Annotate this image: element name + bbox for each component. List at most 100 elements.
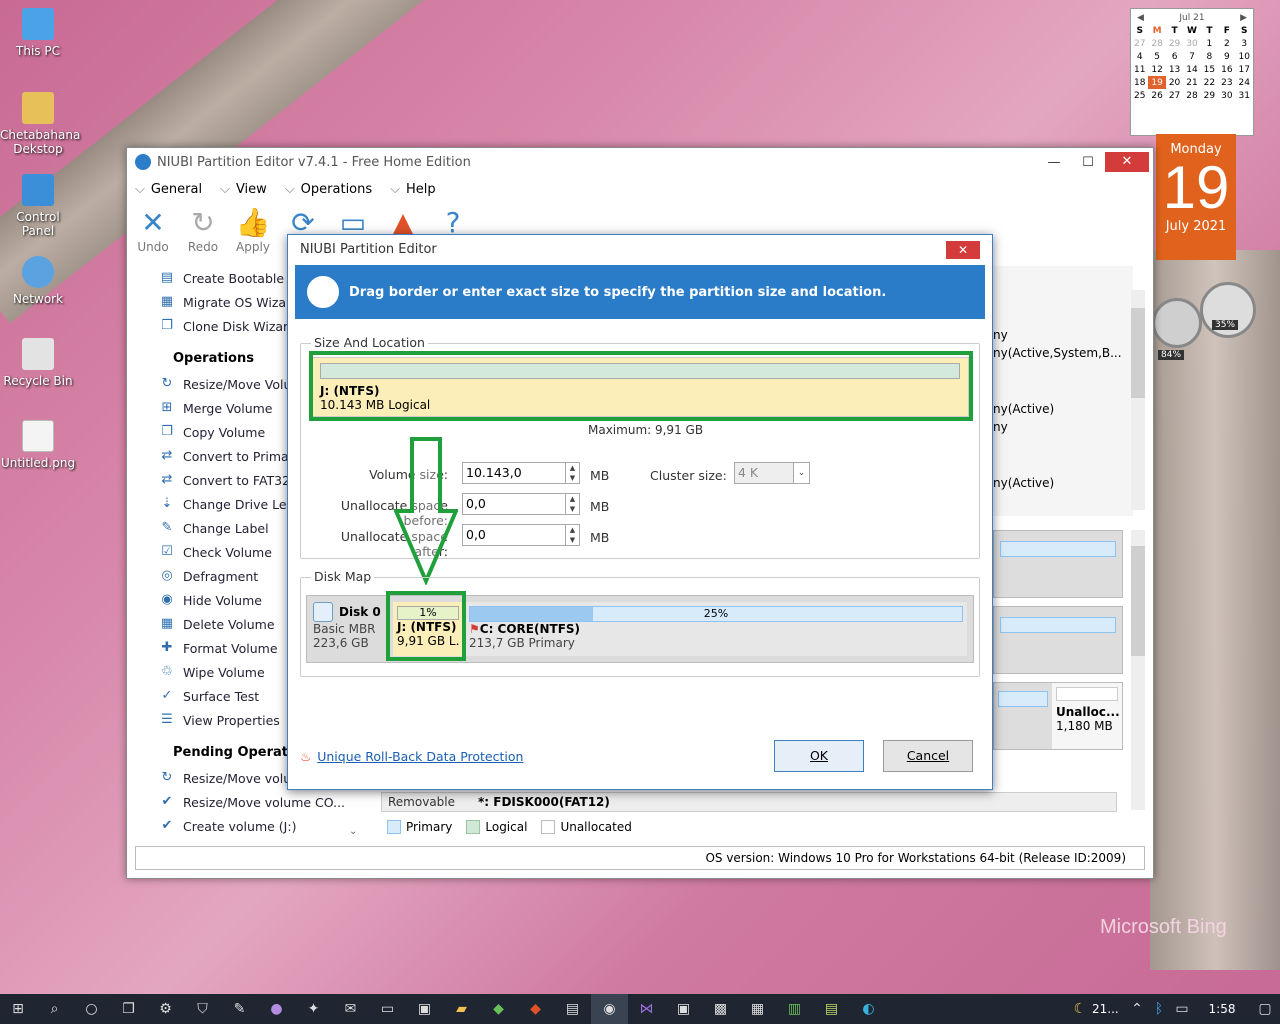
title-bar[interactable]: NIUBI Partition Editor v7.4.1 - Free Hom…	[127, 148, 1153, 176]
calendar-day[interactable]: 29	[1166, 37, 1183, 50]
maximize-icon[interactable]: ☐	[1071, 155, 1105, 170]
notepad-icon[interactable]: ▤	[813, 994, 850, 1024]
search-icon[interactable]: ⌕	[36, 994, 73, 1024]
windows-start-icon[interactable]: ⊞	[0, 994, 36, 1024]
image-file-icon[interactable]: Untitled.png	[0, 420, 76, 470]
before-spinner[interactable]: ▲ ▼	[566, 493, 580, 515]
calendar-day[interactable]: 1	[1201, 37, 1218, 50]
task-view-icon[interactable]: ❐	[110, 994, 147, 1024]
redo-button[interactable]: ↻ Redo	[185, 206, 221, 262]
undo-button[interactable]: ✕ Undo	[135, 206, 171, 262]
app-icon[interactable]: ▤	[554, 994, 591, 1024]
calendar-day[interactable]: 16	[1218, 63, 1235, 76]
calendar-day[interactable]: 17	[1236, 63, 1253, 76]
calendar-day[interactable]: 23	[1218, 76, 1235, 89]
calendar-day[interactable]: 26	[1148, 89, 1165, 102]
volume-size-spinner[interactable]: ▲ ▼	[566, 462, 580, 484]
calendar-day[interactable]: 15	[1201, 63, 1218, 76]
calendar-gadget[interactable]: ◀ Jul 21 ▶ SMTWTFS 27 28 29 30 1 2 3 4 5 6 7 8 9 10 11…	[1130, 8, 1254, 136]
after-spinner[interactable]: ▲ ▼	[566, 524, 580, 546]
folder-icon[interactable]: ▰	[443, 994, 480, 1024]
volume-size-input[interactable]: 10.143,0	[462, 462, 566, 484]
store-icon[interactable]: ▦	[739, 994, 776, 1024]
calendar-day[interactable]: 12	[1148, 63, 1165, 76]
cluster-size-select[interactable]: 4 K	[734, 462, 794, 484]
calendar-day[interactable]: 13	[1166, 63, 1183, 76]
calendar-day[interactable]: 5	[1148, 50, 1165, 63]
calendar-day[interactable]: 14	[1183, 63, 1200, 76]
calendar-day[interactable]: 4	[1131, 50, 1148, 63]
calendar-day[interactable]: 3	[1236, 37, 1253, 50]
resize-dialog[interactable]: NIUBI Partition Editor ✕ Drag border or …	[287, 234, 993, 790]
calendar-day[interactable]: 27	[1166, 89, 1183, 102]
disk-partition-c[interactable]: 25% ⚑C: CORE(NTFS) 213,7 GB Primary	[465, 602, 967, 656]
weather-icon[interactable]: ☾	[1068, 994, 1092, 1024]
calendar-day[interactable]: 30	[1218, 89, 1235, 102]
pycharm-icon[interactable]: ▩	[702, 994, 739, 1024]
apply-button[interactable]: 👍 Apply	[235, 206, 271, 262]
calendar-day[interactable]: 31	[1236, 89, 1253, 102]
menu-view[interactable]: ⌵ View	[220, 178, 267, 200]
cortana-icon[interactable]: ○	[73, 994, 110, 1024]
terminal-icon[interactable]: ▭	[369, 994, 406, 1024]
bluetooth-icon[interactable]: ᛒ	[1148, 994, 1170, 1024]
calendar-day[interactable]: 11	[1131, 63, 1148, 76]
calendar-day[interactable]: 8	[1201, 50, 1218, 63]
visual-studio-icon[interactable]: ⋈	[628, 994, 665, 1024]
console-icon[interactable]: ▣	[406, 994, 443, 1024]
removable-row[interactable]: Removable *: FDISK000(FAT12)	[381, 792, 1117, 812]
pending-item[interactable]: ✔ Create volume (J:)	[135, 814, 355, 838]
calendar-day[interactable]: 10	[1236, 50, 1253, 63]
calendar-day[interactable]: 30	[1183, 37, 1200, 50]
calendar-day[interactable]: 25	[1131, 89, 1148, 102]
github-icon[interactable]: ●	[258, 994, 295, 1024]
user-folder-icon[interactable]: Chetabahana Dekstop	[0, 92, 80, 156]
clock[interactable]: 1:58	[1194, 1002, 1250, 1016]
settings-icon[interactable]: ⚙	[147, 994, 184, 1024]
calendar-day[interactable]: 22	[1201, 76, 1218, 89]
remote-desktop-icon[interactable]: ▣	[665, 994, 702, 1024]
network-icon[interactable]: Network	[0, 256, 76, 306]
calendar-day[interactable]: 6	[1166, 50, 1183, 63]
control-panel-icon[interactable]: Control Panel	[0, 174, 76, 238]
app-icon[interactable]: ✦	[295, 994, 332, 1024]
git-icon[interactable]: ◆	[517, 994, 554, 1024]
calendar-day[interactable]: 9	[1218, 50, 1235, 63]
prev-month-icon[interactable]: ◀	[1137, 13, 1144, 23]
next-month-icon[interactable]: ▶	[1240, 13, 1247, 23]
calendar-day[interactable]: 20	[1166, 76, 1183, 89]
edge-icon[interactable]: ◐	[850, 994, 887, 1024]
calendar-day[interactable]: 28	[1148, 37, 1165, 50]
partition-editor-icon[interactable]: ◉	[591, 994, 628, 1024]
calendar-day[interactable]: 29	[1201, 89, 1218, 102]
calendar-day[interactable]: 27	[1131, 37, 1148, 50]
pending-item[interactable]: ✔ Resize/Move volume CO...	[135, 790, 355, 814]
app-icon[interactable]: ▥	[776, 994, 813, 1024]
calendar-day[interactable]: 28	[1183, 89, 1200, 102]
disk-scrollbar[interactable]	[1131, 530, 1145, 810]
calendar-day[interactable]: 19	[1148, 76, 1166, 89]
calendar-day[interactable]: 18	[1131, 76, 1148, 89]
calendar-day[interactable]: 7	[1183, 50, 1200, 63]
menu-general[interactable]: ⌵ General	[135, 178, 202, 200]
app-icon[interactable]: ✎	[221, 994, 258, 1024]
dialog-close-button[interactable]: ✕	[946, 241, 980, 259]
ok-button[interactable]: OK	[774, 740, 864, 772]
minimize-icon[interactable]: —	[1037, 155, 1071, 170]
calendar-day[interactable]: 2	[1218, 37, 1235, 50]
shield-icon[interactable]: ⛉	[184, 994, 221, 1024]
close-icon[interactable]: ✕	[1105, 152, 1149, 172]
menu-help[interactable]: ⌵ Help	[390, 178, 436, 200]
app-icon[interactable]: ◆	[480, 994, 517, 1024]
cluster-dropdown-icon[interactable]: ⌄	[794, 462, 810, 484]
after-input[interactable]: 0,0	[462, 524, 566, 546]
right-scrollbar[interactable]	[1131, 290, 1145, 510]
calendar-day[interactable]: 24	[1236, 76, 1253, 89]
mail-icon[interactable]: ✉	[332, 994, 369, 1024]
menu-operations[interactable]: ⌵ Operations	[285, 178, 372, 200]
left-scroll-down-icon[interactable]: ⌄	[349, 826, 357, 837]
calendar-day[interactable]: 21	[1183, 76, 1200, 89]
recycle-bin-icon[interactable]: Recycle Bin	[0, 338, 76, 388]
cancel-button[interactable]: Cancel	[883, 740, 973, 772]
weather-text[interactable]: 21...	[1092, 1002, 1126, 1016]
